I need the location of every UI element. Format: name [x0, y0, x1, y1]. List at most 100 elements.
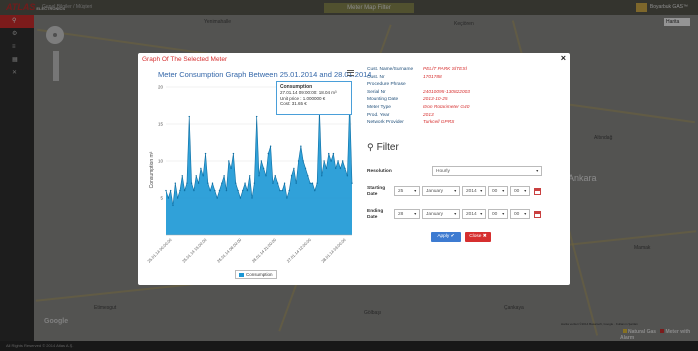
- data-point[interactable]: [281, 189, 283, 192]
- start-calendar-icon[interactable]: [534, 188, 541, 195]
- data-point[interactable]: [328, 152, 330, 155]
- data-point[interactable]: [249, 175, 251, 177]
- data-point[interactable]: [344, 167, 346, 170]
- close-button[interactable]: Close ✖: [465, 232, 491, 242]
- close-icon[interactable]: ×: [561, 53, 566, 63]
- data-point[interactable]: [195, 175, 197, 177]
- data-point[interactable]: [246, 189, 249, 192]
- data-point[interactable]: [204, 152, 207, 155]
- data-point[interactable]: [267, 152, 269, 155]
- data-point[interactable]: [237, 189, 239, 192]
- data-point[interactable]: [179, 189, 181, 192]
- data-point[interactable]: [330, 160, 332, 162]
- data-point[interactable]: [232, 152, 235, 155]
- data-point[interactable]: [307, 175, 309, 177]
- end-day-select[interactable]: 28: [394, 209, 420, 219]
- data-point[interactable]: [223, 175, 225, 177]
- data-point[interactable]: [176, 197, 179, 199]
- data-point[interactable]: [295, 182, 297, 184]
- data-point[interactable]: [321, 175, 323, 177]
- data-point[interactable]: [202, 175, 204, 177]
- end-hour-select[interactable]: 00: [488, 209, 508, 219]
- data-point[interactable]: [323, 160, 325, 162]
- chart-legend[interactable]: Consumption: [235, 270, 277, 279]
- end-calendar-icon[interactable]: [534, 211, 541, 218]
- data-point[interactable]: [188, 115, 190, 118]
- data-point[interactable]: [211, 182, 214, 184]
- start-year-select[interactable]: 2014: [462, 186, 486, 196]
- data-point[interactable]: [228, 160, 230, 162]
- apply-button[interactable]: Apply ✔: [431, 232, 461, 242]
- data-point[interactable]: [325, 167, 328, 170]
- data-point[interactable]: [286, 197, 288, 199]
- data-point[interactable]: [293, 167, 295, 170]
- data-point[interactable]: [167, 197, 170, 199]
- data-point[interactable]: [304, 167, 307, 170]
- start-hour-select[interactable]: 00: [488, 186, 508, 196]
- data-point[interactable]: [269, 145, 272, 147]
- data-point[interactable]: [337, 160, 339, 162]
- data-point[interactable]: [272, 182, 274, 184]
- data-point[interactable]: [172, 204, 174, 207]
- data-point[interactable]: [290, 175, 293, 177]
- data-point[interactable]: [346, 175, 349, 177]
- data-point[interactable]: [242, 189, 244, 192]
- data-point[interactable]: [221, 182, 223, 184]
- data-point[interactable]: [174, 182, 176, 184]
- start-day-select[interactable]: 25: [394, 186, 420, 196]
- data-point[interactable]: [207, 182, 209, 184]
- data-point[interactable]: [244, 182, 246, 184]
- data-point[interactable]: [230, 167, 232, 170]
- data-point[interactable]: [169, 189, 172, 192]
- data-point[interactable]: [311, 182, 314, 184]
- data-point[interactable]: [276, 182, 279, 184]
- data-point[interactable]: [225, 189, 228, 192]
- data-point[interactable]: [332, 152, 335, 155]
- start-month-select[interactable]: January: [422, 186, 460, 196]
- resolution-select[interactable]: Hourly: [432, 166, 542, 176]
- data-point[interactable]: [216, 197, 218, 199]
- x-tick-label: 28.01.14 03:00:00: [320, 237, 347, 264]
- data-point[interactable]: [255, 115, 258, 118]
- data-point[interactable]: [190, 182, 193, 184]
- y-tick-label: 10: [158, 159, 164, 164]
- data-point[interactable]: [181, 175, 183, 177]
- start-minute-select[interactable]: 00: [510, 186, 530, 196]
- data-point[interactable]: [283, 182, 286, 184]
- data-point[interactable]: [279, 189, 281, 192]
- data-point[interactable]: [339, 167, 342, 170]
- data-point[interactable]: [197, 182, 200, 184]
- data-point[interactable]: [260, 160, 263, 162]
- data-point[interactable]: [288, 189, 290, 192]
- end-minute-select[interactable]: 00: [510, 209, 530, 219]
- end-year-select[interactable]: 2014: [462, 209, 486, 219]
- data-point[interactable]: [218, 189, 221, 192]
- data-point[interactable]: [258, 175, 260, 177]
- data-point[interactable]: [316, 182, 318, 184]
- legend-label: Consumption: [246, 272, 273, 277]
- data-point[interactable]: [274, 175, 276, 177]
- data-point[interactable]: [335, 167, 337, 170]
- data-point[interactable]: [262, 167, 265, 170]
- data-point[interactable]: [253, 182, 256, 184]
- x-tick-label: 27.01.14 12:00:00: [286, 237, 313, 264]
- data-point[interactable]: [309, 182, 311, 184]
- data-point[interactable]: [300, 145, 302, 147]
- data-point[interactable]: [239, 197, 242, 199]
- data-point[interactable]: [183, 189, 186, 192]
- data-point[interactable]: [235, 182, 237, 184]
- data-point[interactable]: [265, 175, 267, 177]
- data-point[interactable]: [186, 182, 188, 184]
- data-point[interactable]: [342, 160, 344, 162]
- data-point[interactable]: [200, 167, 202, 170]
- data-point[interactable]: [314, 189, 316, 192]
- data-point[interactable]: [193, 189, 195, 192]
- end-month-select[interactable]: January: [422, 209, 460, 219]
- data-point[interactable]: [165, 189, 167, 192]
- data-point[interactable]: [351, 182, 353, 184]
- data-point[interactable]: [214, 189, 216, 192]
- data-point[interactable]: [302, 160, 304, 162]
- data-point[interactable]: [251, 197, 253, 199]
- data-point[interactable]: [297, 160, 300, 162]
- data-point[interactable]: [209, 189, 211, 192]
